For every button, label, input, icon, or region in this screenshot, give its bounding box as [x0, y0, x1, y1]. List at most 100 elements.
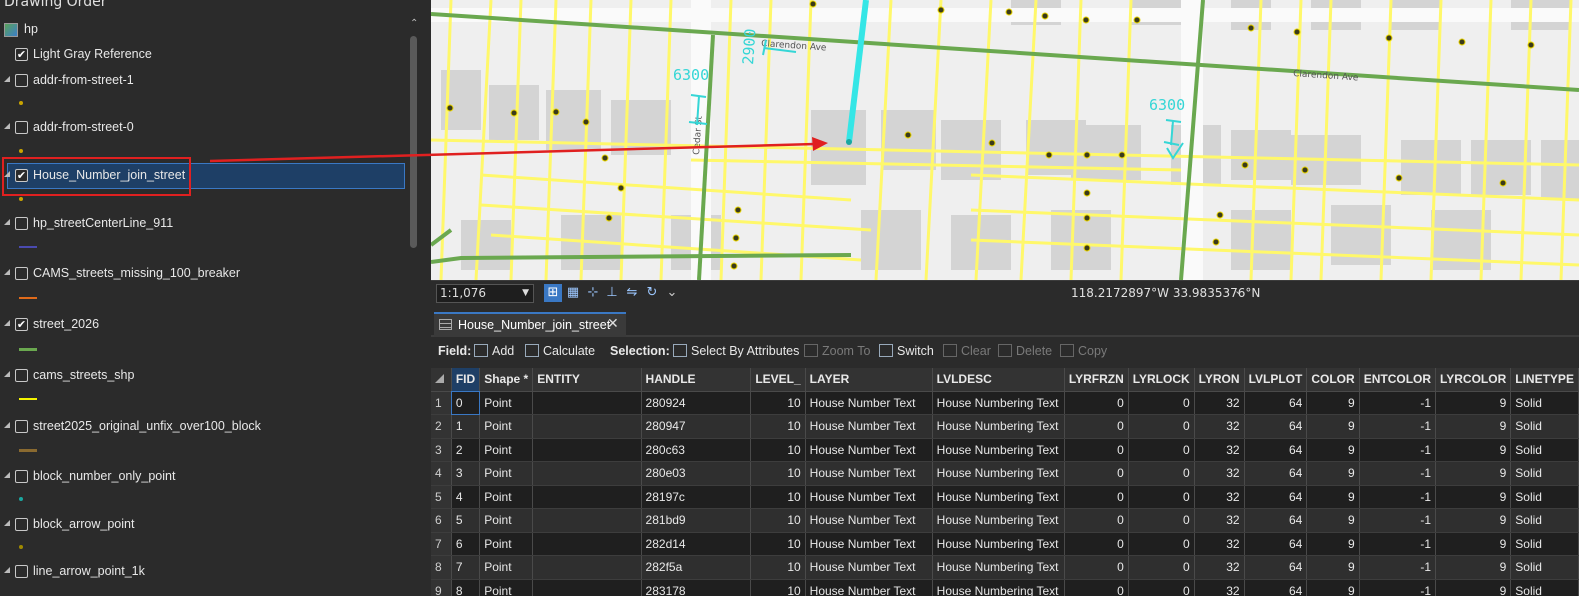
- table-cell[interactable]: House Numbering Text: [932, 391, 1065, 415]
- table-cell[interactable]: 0: [1128, 508, 1195, 533]
- table-cell[interactable]: Point: [479, 414, 534, 439]
- table-cell[interactable]: Point: [479, 555, 534, 580]
- row-number[interactable]: 1: [431, 391, 452, 415]
- table-cell[interactable]: Point: [479, 532, 534, 556]
- layer-item-block-number-only-point[interactable]: block_number_only_point: [0, 465, 408, 489]
- table-cell[interactable]: 280e03: [641, 461, 752, 486]
- table-cell[interactable]: -1: [1359, 579, 1437, 596]
- layer-checkbox[interactable]: [15, 121, 28, 134]
- layer-item-addr-from-street-1[interactable]: addr-from-street-1: [0, 69, 408, 93]
- table-cell[interactable]: Solid: [1510, 555, 1579, 580]
- table-cell[interactable]: 32: [1194, 485, 1245, 509]
- table-cell[interactable]: House Numbering Text: [932, 508, 1065, 533]
- table-row[interactable]: 4 3 Point 280e03 10 House Number Text House Nu…: [431, 461, 1579, 486]
- table-cell[interactable]: Solid: [1510, 414, 1579, 439]
- table-cell[interactable]: 64: [1244, 461, 1308, 486]
- layer-item-street2025-original[interactable]: street2025_original_unfix_over100_block: [0, 415, 408, 439]
- table-cell[interactable]: House Number Text: [805, 508, 933, 533]
- table-cell[interactable]: -1: [1359, 508, 1437, 533]
- expand-icon[interactable]: [4, 567, 10, 573]
- layer-item-cams-streets-missing[interactable]: CAMS_streets_missing_100_breaker: [0, 262, 408, 286]
- table-cell[interactable]: Point: [479, 579, 534, 596]
- layer-item-cams-streets-shp[interactable]: cams_streets_shp: [0, 364, 408, 388]
- table-cell[interactable]: 10: [750, 532, 806, 556]
- table-cell[interactable]: 0: [1128, 461, 1195, 486]
- collapse-icon[interactable]: ⌃: [410, 18, 418, 29]
- table-cell[interactable]: 0: [1128, 391, 1195, 415]
- table-cell[interactable]: 5: [450, 508, 481, 533]
- column-header[interactable]: Shape *: [479, 368, 534, 392]
- table-cell[interactable]: 4: [450, 485, 481, 509]
- table-cell[interactable]: 0: [1128, 532, 1195, 556]
- layer-item-addr-from-street-0[interactable]: addr-from-street-0: [0, 116, 408, 140]
- table-cell[interactable]: Point: [479, 485, 534, 509]
- table-cell[interactable]: 32: [1194, 555, 1245, 580]
- table-row[interactable]: 3 2 Point 280c63 10 House Number Text House Nu…: [431, 438, 1579, 462]
- table-cell[interactable]: 280924: [641, 391, 752, 415]
- table-cell[interactable]: 282f5a: [641, 555, 752, 580]
- table-cell[interactable]: 64: [1244, 508, 1308, 533]
- table-cell[interactable]: 1: [450, 414, 481, 439]
- table-cell[interactable]: 10: [750, 508, 806, 533]
- table-cell[interactable]: 64: [1244, 391, 1308, 415]
- table-row[interactable]: 2 1 Point 280947 10 House Number Text House Nu…: [431, 414, 1579, 439]
- table-cell[interactable]: Solid: [1510, 438, 1579, 462]
- table-cell[interactable]: 0: [1064, 414, 1129, 439]
- table-cell[interactable]: House Number Text: [805, 532, 933, 556]
- table-cell[interactable]: 9: [1306, 508, 1360, 533]
- table-cell[interactable]: 280c63: [641, 438, 752, 462]
- table-cell[interactable]: 6: [450, 532, 481, 556]
- refresh-icon[interactable]: ↻: [643, 284, 661, 302]
- switch-selection-button[interactable]: Switch: [879, 344, 934, 358]
- row-number[interactable]: 8: [431, 555, 452, 580]
- column-header[interactable]: LAYER: [805, 368, 933, 392]
- table-cell[interactable]: -1: [1359, 461, 1437, 486]
- layer-item-line-arrow-point-1k[interactable]: line_arrow_point_1k: [0, 560, 408, 584]
- table-cell[interactable]: 281bd9: [641, 508, 752, 533]
- table-cell[interactable]: 0: [1128, 414, 1195, 439]
- table-cell[interactable]: 10: [750, 461, 806, 486]
- column-header[interactable]: LYRFRZN: [1064, 368, 1129, 392]
- table-cell[interactable]: [532, 461, 642, 486]
- expand-icon[interactable]: [4, 76, 10, 82]
- layer-checkbox[interactable]: [15, 470, 28, 483]
- table-cell[interactable]: [532, 579, 642, 596]
- table-cell[interactable]: House Numbering Text: [932, 485, 1065, 509]
- chevron-down-icon[interactable]: ⌄: [663, 284, 681, 302]
- layer-checkbox[interactable]: [15, 518, 28, 531]
- layer-checkbox[interactable]: ✔: [15, 318, 28, 331]
- column-header[interactable]: LVLDESC: [932, 368, 1065, 392]
- table-cell[interactable]: Solid: [1510, 391, 1579, 415]
- table-cell[interactable]: [532, 532, 642, 556]
- table-cell[interactable]: 32: [1194, 391, 1245, 415]
- table-cell[interactable]: Solid: [1510, 461, 1579, 486]
- scale-dropdown[interactable]: 1:1,076 ▼: [436, 284, 534, 303]
- column-header[interactable]: LVLPLOT: [1244, 368, 1308, 392]
- table-cell[interactable]: 0: [1064, 532, 1129, 556]
- table-row[interactable]: 9 8 Point 283178 10 House Number Text House Nu…: [431, 579, 1579, 596]
- table-cell[interactable]: 0: [1064, 485, 1129, 509]
- layer-checkbox[interactable]: ✔: [15, 48, 28, 61]
- column-header[interactable]: ENTITY: [532, 368, 642, 392]
- table-cell[interactable]: 32: [1194, 508, 1245, 533]
- table-cell[interactable]: -1: [1359, 532, 1437, 556]
- table-cell[interactable]: [532, 391, 642, 415]
- table-cell[interactable]: 64: [1244, 555, 1308, 580]
- layer-item-block-arrow-point[interactable]: block_arrow_point: [0, 513, 408, 537]
- table-row[interactable]: 5 4 Point 28197c 10 House Number Text House Nu…: [431, 485, 1579, 509]
- calculate-field-button[interactable]: Calculate: [525, 344, 595, 358]
- table-cell[interactable]: -1: [1359, 391, 1437, 415]
- delete-button[interactable]: Delete: [998, 344, 1052, 358]
- table-cell[interactable]: 9: [1435, 461, 1512, 486]
- row-number[interactable]: 6: [431, 508, 452, 533]
- layer-checkbox[interactable]: [15, 565, 28, 578]
- table-cell[interactable]: [532, 414, 642, 439]
- table-cell[interactable]: 64: [1244, 579, 1308, 596]
- table-cell[interactable]: 9: [1306, 414, 1360, 439]
- correction-icon[interactable]: ⊹: [584, 284, 602, 302]
- table-cell[interactable]: House Number Text: [805, 579, 933, 596]
- table-cell[interactable]: 2: [450, 438, 481, 462]
- table-cell[interactable]: 0: [1128, 579, 1195, 596]
- column-header[interactable]: HANDLE: [641, 368, 752, 392]
- table-cell[interactable]: House Number Text: [805, 414, 933, 439]
